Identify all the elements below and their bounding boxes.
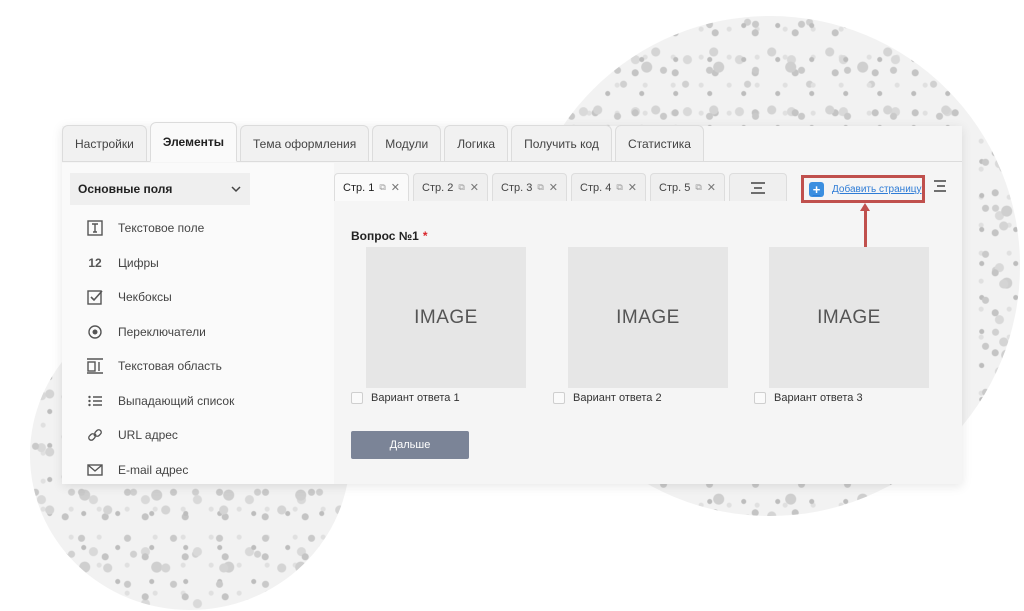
page-tab-label: Стр. 2 — [422, 181, 454, 194]
text-field-icon — [86, 219, 104, 237]
menu-icon — [934, 180, 946, 192]
copy-icon[interactable]: ⧉ — [537, 182, 543, 193]
add-page-button[interactable]: + Добавить страницу — [801, 175, 925, 203]
tab-elements[interactable]: Элементы — [149, 122, 237, 162]
page-tab-label: Стр. 4 — [580, 181, 612, 194]
close-icon[interactable]: ✕ — [628, 181, 637, 194]
option-image[interactable]: IMAGE — [366, 247, 526, 388]
answer-checkbox-1[interactable]: Вариант ответа 1 — [351, 392, 541, 404]
numbers-icon: 12 — [88, 255, 102, 270]
checkbox[interactable] — [754, 392, 766, 404]
page-tab-4[interactable]: Стр. 4 ⧉ ✕ — [571, 173, 646, 201]
tab-theme[interactable]: Тема оформления — [240, 125, 370, 161]
answer-label: Вариант ответа 1 — [371, 392, 460, 404]
sidebar-item-label: URL адрес — [118, 428, 178, 443]
add-page-label: Добавить страницу — [832, 183, 922, 195]
textarea-icon — [86, 357, 104, 375]
answer-checkbox-3[interactable]: Вариант ответа 3 — [754, 392, 944, 404]
page-tab-label: Стр. 5 — [659, 181, 691, 194]
sidebar-item-email[interactable]: E-mail адрес — [82, 453, 322, 488]
chevron-down-icon — [231, 186, 241, 193]
sidebar-item-url[interactable]: URL адрес — [82, 418, 322, 453]
sidebar-list: Текстовое поле 12 Цифры Чекбоксы Переклю… — [82, 211, 322, 487]
mail-icon — [86, 461, 104, 479]
option-image[interactable]: IMAGE — [568, 247, 728, 388]
sidebar-item-label: Чекбоксы — [118, 290, 172, 305]
top-tabs: Настройки Элементы Тема оформления Модул… — [62, 122, 962, 162]
copy-icon[interactable]: ⧉ — [379, 182, 385, 193]
question-label: Вопрос №1 — [351, 229, 419, 243]
list-icon — [86, 392, 104, 410]
page-tab-1[interactable]: Стр. 1 ⧉ ✕ — [334, 173, 409, 201]
pages-menu-button[interactable] — [729, 173, 787, 201]
sidebar-item-radios[interactable]: Переключатели — [82, 315, 322, 350]
checkbox-icon — [86, 288, 104, 306]
page-tab-5[interactable]: Стр. 5 ⧉ ✕ — [650, 173, 725, 201]
required-mark: * — [422, 229, 428, 243]
sidebar-section-toggle[interactable]: Основные поля — [70, 173, 250, 205]
sidebar-item-numbers[interactable]: 12 Цифры — [82, 246, 322, 281]
sidebar-item-checkboxes[interactable]: Чекбоксы — [82, 280, 322, 315]
page-tab-label: Стр. 1 — [343, 181, 375, 194]
answer-option-2: IMAGE Вариант ответа 2 — [553, 247, 743, 404]
tab-settings[interactable]: Настройки — [62, 125, 147, 161]
plus-icon: + — [809, 181, 824, 197]
sidebar-item-label: E-mail адрес — [118, 462, 189, 477]
sidebar-item-label: Текстовая область — [118, 359, 222, 374]
close-icon[interactable]: ✕ — [549, 181, 558, 194]
form-editor: Стр. 1 ⧉ ✕ Стр. 2 ⧉ ✕ Стр. 3 ⧉ ✕ Стр. 4 … — [334, 163, 962, 484]
option-image[interactable]: IMAGE — [769, 247, 929, 388]
answer-option-3: IMAGE Вариант ответа 3 — [754, 247, 944, 404]
tab-statistics[interactable]: Статистика — [614, 125, 704, 161]
sidebar-item-textarea[interactable]: Текстовая область — [82, 349, 322, 384]
menu-icon — [751, 181, 765, 194]
sidebar-item-dropdown[interactable]: Выпадающий список — [82, 384, 322, 419]
copy-icon[interactable]: ⧉ — [695, 182, 701, 193]
page-tab-3[interactable]: Стр. 3 ⧉ ✕ — [492, 173, 567, 201]
copy-icon[interactable]: ⧉ — [616, 182, 622, 193]
tab-modules[interactable]: Модули — [372, 125, 442, 161]
answer-label: Вариант ответа 2 — [573, 392, 662, 404]
copy-icon[interactable]: ⧉ — [458, 182, 464, 193]
link-icon — [86, 426, 104, 444]
radio-icon — [86, 323, 104, 341]
next-button[interactable]: Дальше — [351, 431, 469, 459]
sidebar-item-label: Цифры — [118, 255, 159, 270]
editor-panel: Настройки Элементы Тема оформления Модул… — [62, 122, 962, 484]
tab-get-code[interactable]: Получить код — [511, 125, 612, 161]
close-icon[interactable]: ✕ — [391, 181, 400, 194]
answer-label: Вариант ответа 3 — [774, 392, 863, 404]
checkbox[interactable] — [553, 392, 565, 404]
page-tab-2[interactable]: Стр. 2 ⧉ ✕ — [413, 173, 488, 201]
settings-menu-button[interactable] — [934, 179, 950, 197]
sidebar-item-label: Переключатели — [118, 324, 206, 339]
sidebar-section-title: Основные поля — [78, 182, 173, 196]
sidebar-item-text-field[interactable]: Текстовое поле — [82, 211, 322, 246]
answer-option-1: IMAGE Вариант ответа 1 — [351, 247, 541, 404]
sidebar-item-label: Текстовое поле — [118, 221, 205, 236]
close-icon[interactable]: ✕ — [707, 181, 716, 194]
tab-logic[interactable]: Логика — [444, 125, 509, 161]
checkbox[interactable] — [351, 392, 363, 404]
close-icon[interactable]: ✕ — [470, 181, 479, 194]
question-title: Вопрос №1 * — [351, 229, 427, 243]
sidebar-item-label: Выпадающий список — [118, 393, 235, 408]
page-tab-label: Стр. 3 — [501, 181, 533, 194]
answer-checkbox-2[interactable]: Вариант ответа 2 — [553, 392, 743, 404]
sidebar: Основные поля Текстовое поле 12 Цифры Че… — [62, 163, 334, 484]
